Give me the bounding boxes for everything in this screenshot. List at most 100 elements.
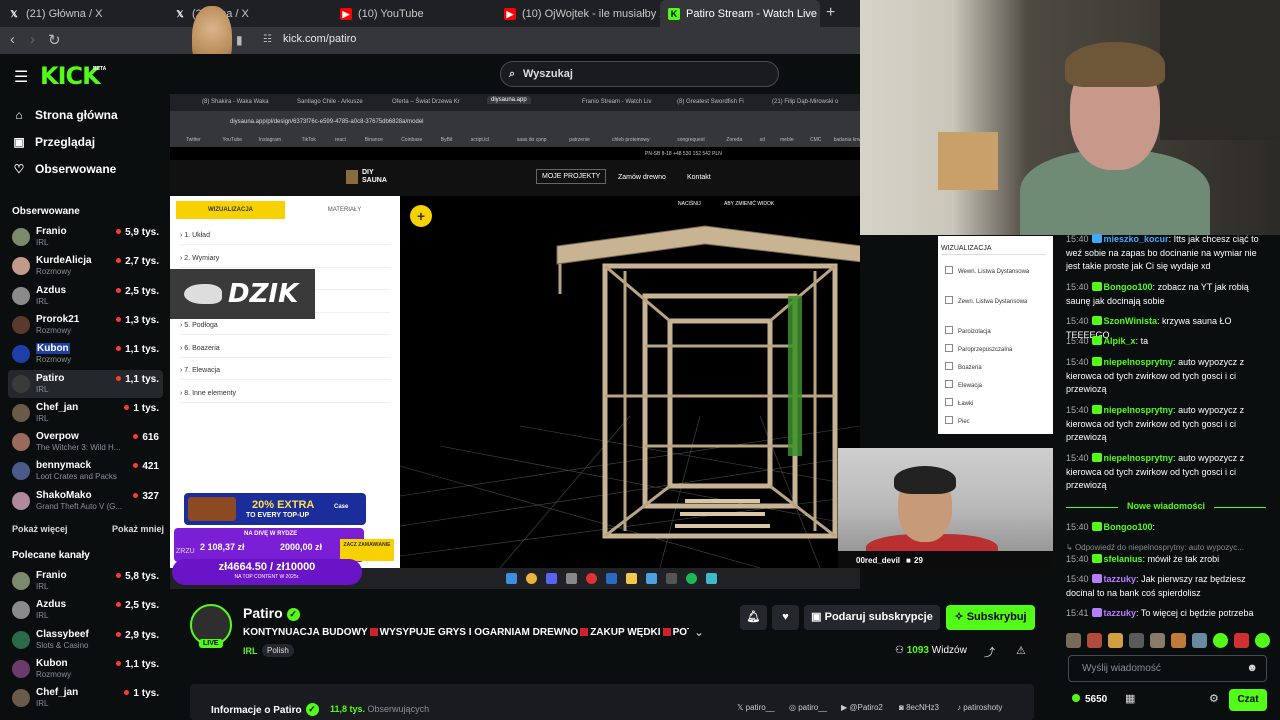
app-icon xyxy=(586,573,597,584)
chat-username[interactable]: tazzuky xyxy=(1104,574,1137,584)
chat-username[interactable]: niepelnosprytny xyxy=(1104,453,1174,463)
channel-item[interactable]: KurdeAlicja Rozmowy 2,7 tys. xyxy=(8,252,163,280)
menu-icon[interactable]: ☰ xyxy=(14,67,28,87)
show-less-button[interactable]: Pokaż mniej xyxy=(112,524,164,534)
red-square-icon xyxy=(580,628,589,636)
subscribe-button[interactable]: ✧ Subskrybuj xyxy=(946,605,1035,630)
user-badge-icon xyxy=(1091,554,1102,563)
stream-title: KONTYNUACJA BUDOWY WYSYPUJE GRYS I OGARNI… xyxy=(243,627,689,638)
emote-icon[interactable] xyxy=(1150,633,1165,648)
emoji-icon[interactable]: ☻ xyxy=(1246,656,1258,681)
casehug-ad: 20% EXTRA TO EVERY TOP-UP Case xyxy=(184,493,366,525)
settings-icon[interactable]: ⚙ xyxy=(1209,692,1219,705)
channel-item[interactable]: Franio IRL 5,9 tys. xyxy=(8,223,163,251)
channel-item[interactable]: Franio IRL 5,8 tys. xyxy=(8,567,163,595)
site-info-icon[interactable]: ☷ xyxy=(263,34,272,45)
channel-item[interactable]: Chef_jan IRL 1 tys. xyxy=(8,399,163,427)
report-icon[interactable]: ⚠ xyxy=(1016,644,1026,657)
channel-item[interactable]: Chef_jan IRL 1 tys. xyxy=(8,684,163,712)
reload-icon[interactable]: ↻ xyxy=(48,31,61,49)
browser-tab[interactable]: ▶(10) OjWojtek - ile musiałby zarabiać xyxy=(496,0,661,27)
show-more-button[interactable]: Pokaż więcej xyxy=(12,524,68,534)
channel-item[interactable]: bennymack Loot Crates and Packs 421 xyxy=(8,457,163,485)
chat-input[interactable]: Wyślij wiadomość ☻ xyxy=(1068,655,1267,682)
channel-item[interactable]: Prorok21 Rozmowy 1,3 tys. xyxy=(8,311,163,339)
chat-username[interactable]: niepelnosprytny xyxy=(1104,357,1174,367)
browse-icon: ▣ xyxy=(13,135,25,149)
add-button-3d: + xyxy=(410,205,432,227)
new-messages-divider[interactable]: Nowe wiadomości xyxy=(1066,501,1266,511)
channel-item[interactable]: Azdus IRL 2,5 tys. xyxy=(8,596,163,624)
chat-message: 15:40 niepelnosprytny: auto wypozycz z ki… xyxy=(1066,356,1266,397)
sauna-3d-model xyxy=(399,225,863,569)
social-tiktok[interactable]: ♪ patiroshoty xyxy=(957,703,1002,712)
browser-tab[interactable]: ▶ (10) YouTube xyxy=(332,0,497,27)
chevron-down-icon[interactable]: ⌄ xyxy=(694,625,704,639)
channel-category: Rozmowy xyxy=(36,325,72,335)
language-tag[interactable]: Polish xyxy=(262,644,294,657)
browser-tab[interactable]: 𝕏 (21) Główna / X xyxy=(0,0,165,27)
bookmark-icon[interactable]: ▮ xyxy=(236,33,243,47)
chrome-icon xyxy=(526,573,537,584)
avatar xyxy=(12,630,30,649)
channel-category: The Witcher 3: Wild H... xyxy=(36,443,121,453)
kick-logo[interactable]: KICK xyxy=(40,62,101,90)
bookmark-item: CMC xyxy=(810,137,822,143)
nav-browse[interactable]: ▣ Przeglądaj xyxy=(12,135,95,149)
emote-icon[interactable] xyxy=(1066,633,1081,648)
channel-item[interactable]: ShakoMako Grand Theft Auto V (G... 327 xyxy=(8,487,163,515)
emote-icon[interactable] xyxy=(1213,633,1228,648)
channel-item[interactable]: Patiro IRL 1,1 tys. xyxy=(8,369,163,398)
chat-username[interactable]: SzonWinista xyxy=(1104,316,1157,326)
channel-item[interactable]: Classybeef Slots & Casino 2,9 tys. xyxy=(8,626,163,654)
new-tab-icon[interactable]: + xyxy=(826,4,835,22)
browser-tab[interactable]: 𝕏(2) G na / X xyxy=(166,0,331,27)
viewer-count: 5,8 tys. xyxy=(116,571,159,582)
channel-item[interactable]: Kubon Rozmowy 1,1 tys. xyxy=(8,340,163,368)
nav-following[interactable]: ♡ Obserwowane xyxy=(12,162,117,176)
search-input[interactable]: ⌕ Wyszukaj xyxy=(500,61,779,87)
social-discord[interactable]: ◙ 8ecNHz3 xyxy=(899,703,939,712)
layers-title: WIZUALIZACJA xyxy=(941,245,1046,255)
notification-button[interactable]: 🔔︎ xyxy=(740,605,767,630)
gift-icon[interactable]: ▦ xyxy=(1125,692,1135,705)
forward-icon[interactable]: › xyxy=(30,31,35,48)
chat-username[interactable]: Bongoo100 xyxy=(1104,522,1153,532)
chat-username[interactable]: Bongoo100 xyxy=(1104,282,1153,292)
channel-item[interactable]: Overpow The Witcher 3: Wild H... 616 xyxy=(8,428,163,456)
channel-item[interactable]: Azdus IRL 2,5 tys. xyxy=(8,282,163,310)
chat-text: To więcej ci będzie potrzeba xyxy=(1140,608,1254,618)
stream-category[interactable]: IRL xyxy=(243,646,258,656)
emote-icon[interactable] xyxy=(1171,633,1186,648)
social-x[interactable]: 𝕏 patiro__ xyxy=(737,703,775,712)
chat-username[interactable]: tazzuky xyxy=(1104,608,1137,618)
emote-icon[interactable] xyxy=(1108,633,1123,648)
follow-button[interactable]: ♥ xyxy=(772,605,799,630)
channel-points[interactable]: 5650 xyxy=(1072,694,1107,705)
url-text[interactable]: kick.com/patiro xyxy=(283,33,356,45)
channel-name[interactable]: Patiro ✓ xyxy=(243,605,300,621)
chat-username[interactable]: niepelnosprytny xyxy=(1104,405,1174,415)
emote-icon[interactable] xyxy=(1192,633,1207,648)
share-icon[interactable]: ⤴ xyxy=(984,644,995,660)
nav-home[interactable]: ⌂ Strona główna xyxy=(12,108,117,122)
avatar xyxy=(12,659,30,678)
donation-progress: zł4664.50 / zł10000 NA TOP CONTENT W 202… xyxy=(172,559,362,585)
chat-username[interactable]: sfelanius xyxy=(1104,554,1143,564)
viewer-count: 1,1 tys. xyxy=(116,344,159,355)
discord-icon: ◙ xyxy=(899,703,907,712)
back-icon[interactable]: ‹ xyxy=(10,31,15,48)
emote-icon[interactable] xyxy=(1234,633,1249,648)
social-instagram[interactable]: ◎ patiro__ xyxy=(789,703,827,712)
emote-icon[interactable] xyxy=(1087,633,1102,648)
send-chat-button[interactable]: Czat xyxy=(1229,689,1267,711)
chat-username[interactable]: Alpik_x xyxy=(1104,336,1136,346)
channel-item[interactable]: Kubon Rozmowy 1,1 tys. xyxy=(8,655,163,683)
social-youtube[interactable]: ▶ @Patiro2 xyxy=(841,703,883,712)
chat-username[interactable]: mieszko_kocur xyxy=(1104,234,1169,244)
emote-icon[interactable] xyxy=(1129,633,1144,648)
chat-timestamp: 15:40 xyxy=(1066,405,1089,415)
emote-icon[interactable] xyxy=(1255,633,1270,648)
browser-tab-active[interactable]: KPatiro Stream - Watch Live on✕ xyxy=(660,0,820,27)
gift-subs-button[interactable]: ▣ Podaruj subskrypcje xyxy=(804,605,940,630)
